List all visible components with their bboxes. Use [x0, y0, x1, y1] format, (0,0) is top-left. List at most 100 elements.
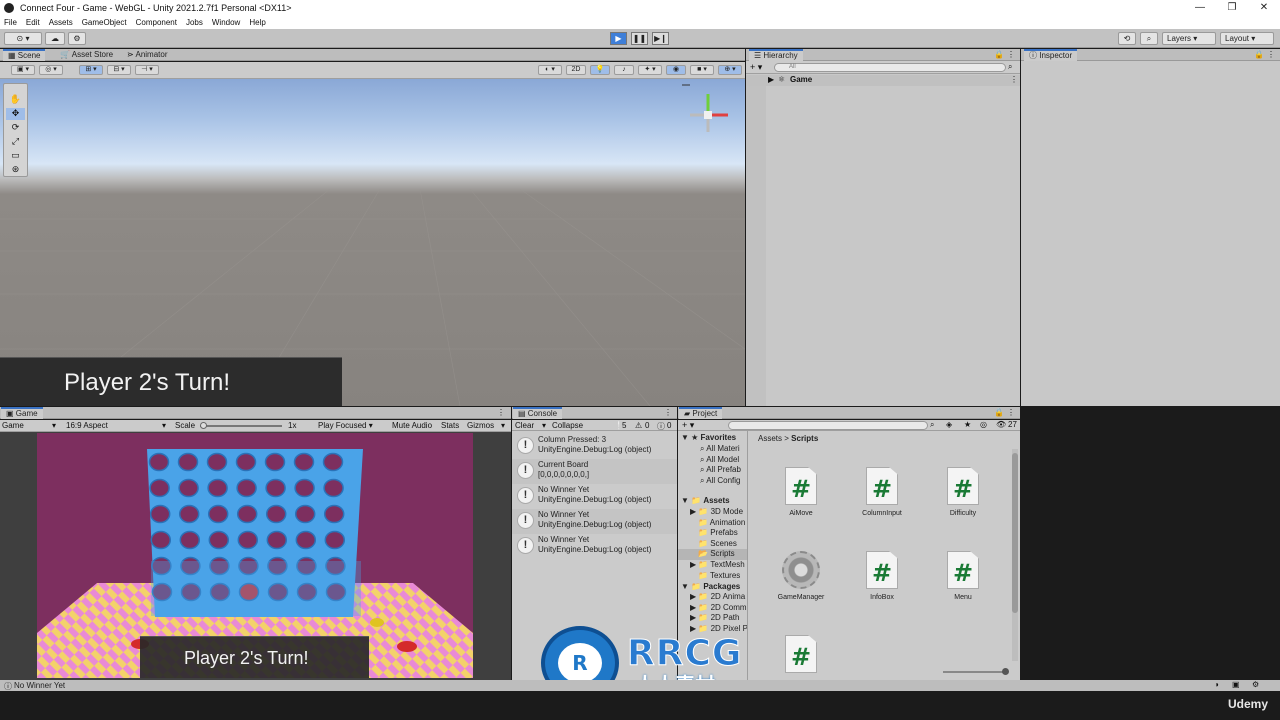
audio-icon[interactable]: ♪: [614, 65, 634, 75]
project-more-icon[interactable]: ⋮: [1007, 408, 1015, 417]
folder-item[interactable]: ▶ 📁 TextMesh: [690, 560, 745, 571]
toggle-2d-button[interactable]: 2D: [566, 65, 586, 75]
favorite-item[interactable]: ⌕ All Config: [700, 476, 741, 487]
scene-view[interactable]: ✋ ✥ ⟳ ⤢ ▭ ⊛ Player 2's Turn!: [0, 79, 745, 406]
display-arrow-icon[interactable]: ▾: [52, 421, 56, 430]
game-viewport[interactable]: Player 2's Turn!: [37, 433, 473, 678]
hidden-packages-icon[interactable]: ◎: [980, 420, 987, 429]
transform-tool-icon[interactable]: ⊛: [6, 164, 25, 176]
package-item[interactable]: ▶ 📁 2D Anima: [690, 592, 745, 603]
layers-dropdown[interactable]: Layers ▾: [1162, 32, 1216, 45]
row-more-icon[interactable]: ⋮: [1010, 75, 1018, 84]
console-more-icon[interactable]: ⋮: [664, 408, 672, 417]
package-item[interactable]: ▶ 📁 2D Path: [690, 613, 739, 624]
scene-orientation-gizmo-icon[interactable]: [680, 82, 735, 137]
aspect-dropdown[interactable]: 16:9 Aspect: [66, 421, 108, 430]
display-dropdown[interactable]: Game: [2, 421, 24, 430]
tab-animator[interactable]: ⋗ Animator: [122, 49, 173, 61]
folder-item[interactable]: ▶ 📁 3D Mode: [690, 507, 743, 518]
snap-increment-dropdown[interactable]: ⊟ ▾: [107, 65, 131, 75]
project-scrollbar[interactable]: [1012, 449, 1018, 661]
pause-button[interactable]: ❚❚: [631, 32, 648, 45]
inspector-more-icon[interactable]: ⋮: [1267, 50, 1275, 59]
hand-tool-icon[interactable]: ✋: [6, 94, 25, 106]
connect-four-board[interactable]: [137, 449, 367, 629]
breadcrumb-root[interactable]: Assets: [758, 434, 782, 443]
hidden-objects-icon[interactable]: ◉: [666, 65, 686, 75]
draw-mode-dropdown[interactable]: ▣ ▾: [11, 65, 35, 75]
folder-item[interactable]: 📁 Animation: [698, 518, 745, 529]
folder-item-selected[interactable]: 📂 Scripts: [678, 549, 747, 560]
search-icon[interactable]: ⌕: [1140, 32, 1158, 45]
cache-icon[interactable]: ▣: [1232, 680, 1240, 689]
menu-help[interactable]: Help: [249, 18, 265, 27]
play-focused-dropdown[interactable]: Play Focused ▾: [318, 421, 373, 430]
script-asset-infobox[interactable]: # InfoBox: [847, 551, 917, 601]
progress-icon[interactable]: ◑: [1214, 680, 1219, 689]
rect-tool-icon[interactable]: ▭: [6, 150, 25, 162]
expand-arrow-icon[interactable]: ▶: [768, 75, 774, 84]
script-asset-columninput[interactable]: # ColumnInput: [847, 467, 917, 517]
tab-game[interactable]: ▣ Game: [1, 407, 43, 419]
favorite-item[interactable]: ⌕ All Prefab: [700, 465, 741, 476]
scale-slider-handle[interactable]: [200, 422, 207, 429]
gizmos-dropdown[interactable]: ⊕ ▾: [718, 65, 742, 75]
account-button[interactable]: ⊙ ▾: [4, 32, 42, 45]
render-mode-dropdown[interactable]: ◐ ▾: [538, 65, 562, 75]
hierarchy-row-game[interactable]: ▶ ⚛ Game ⋮: [746, 75, 1020, 86]
search-by-type-icon[interactable]: ⌕: [930, 420, 934, 430]
visibility-icon[interactable]: 👁: [996, 420, 1006, 429]
script-asset-difficulty[interactable]: # Difficulty: [928, 467, 998, 517]
log-entry[interactable]: ! No Winner Yet UnityEngine.Debug:Log (ob…: [512, 509, 677, 534]
menu-component[interactable]: Component: [136, 18, 177, 27]
script-asset-aimove[interactable]: # AiMove: [766, 467, 836, 517]
tab-project[interactable]: ▰ Project: [679, 407, 723, 419]
package-item[interactable]: ▶ 📁 2D Comm: [690, 603, 747, 614]
script-asset-partial[interactable]: #: [766, 635, 836, 678]
menu-window[interactable]: Window: [212, 18, 240, 27]
ruler-dropdown[interactable]: ⊣ ▾: [135, 65, 159, 75]
project-scrollbar-thumb[interactable]: [1012, 453, 1018, 613]
log-entry[interactable]: ! No Winner Yet UnityEngine.Debug:Log (ob…: [512, 484, 677, 509]
cloud-icon[interactable]: ☁: [45, 32, 65, 45]
clear-button[interactable]: Clear: [515, 421, 534, 430]
log-entry[interactable]: ! Column Pressed: 3 UnityEngine.Debug:Log…: [512, 434, 677, 459]
camera-dropdown[interactable]: ■ ▾: [690, 65, 714, 75]
tab-scene[interactable]: ▦ Scene: [3, 49, 46, 61]
assets-section[interactable]: ▼ 📁 Assets: [681, 496, 730, 507]
icon-size-slider[interactable]: [943, 671, 1007, 673]
create-asset-button[interactable]: + ▾: [682, 420, 694, 431]
clear-arrow-icon[interactable]: ▾: [542, 421, 546, 430]
status-message[interactable]: No Winner Yet: [14, 681, 65, 690]
collapse-button[interactable]: Collapse: [552, 421, 583, 430]
gizmos-toggle[interactable]: Gizmos: [467, 421, 494, 430]
tab-asset-store[interactable]: 🛒 Asset Store: [55, 49, 118, 61]
aspect-arrow-icon[interactable]: ▾: [162, 421, 166, 430]
debug-icon[interactable]: ⚙: [1252, 680, 1259, 689]
project-lock-icon[interactable]: 🔒: [994, 408, 1004, 417]
project-search-input[interactable]: [728, 421, 928, 430]
grid-snap-dropdown[interactable]: ⊞ ▾: [79, 65, 103, 75]
tab-hierarchy[interactable]: ☰ Hierarchy: [749, 49, 803, 61]
gizmos-arrow-icon[interactable]: ▾: [501, 421, 505, 430]
log-entry[interactable]: ! No Winner Yet UnityEngine.Debug:Log (ob…: [512, 534, 677, 559]
history-icon[interactable]: ⟲: [1118, 32, 1136, 45]
close-button[interactable]: ✕: [1248, 0, 1280, 16]
stats-toggle[interactable]: Stats: [441, 421, 459, 430]
menu-file[interactable]: File: [4, 18, 17, 27]
folder-item[interactable]: 📁 Prefabs: [698, 528, 738, 539]
scale-slider[interactable]: [200, 425, 282, 427]
search-by-label-icon[interactable]: ◈: [946, 420, 952, 429]
favorite-item[interactable]: ⌕ All Materi: [700, 444, 740, 455]
log-entry[interactable]: ! Current Board [0,0,0,0,0,0,0,]: [512, 459, 677, 484]
favorite-item[interactable]: ⌕ All Model: [700, 455, 739, 466]
scale-tool-icon[interactable]: ⤢: [6, 136, 25, 148]
favorites-section[interactable]: ▼ ★ Favorites: [681, 433, 736, 444]
more-icon[interactable]: ⋮: [1007, 50, 1015, 59]
rotate-tool-icon[interactable]: ⟳: [6, 122, 25, 134]
hierarchy-search-icon[interactable]: ⌕: [1008, 62, 1012, 72]
layout-dropdown[interactable]: Layout ▾: [1220, 32, 1274, 45]
add-object-button[interactable]: + ▾: [750, 62, 762, 73]
lock-icon[interactable]: 🔒: [994, 50, 1004, 59]
favorite-icon[interactable]: ★: [964, 420, 971, 429]
